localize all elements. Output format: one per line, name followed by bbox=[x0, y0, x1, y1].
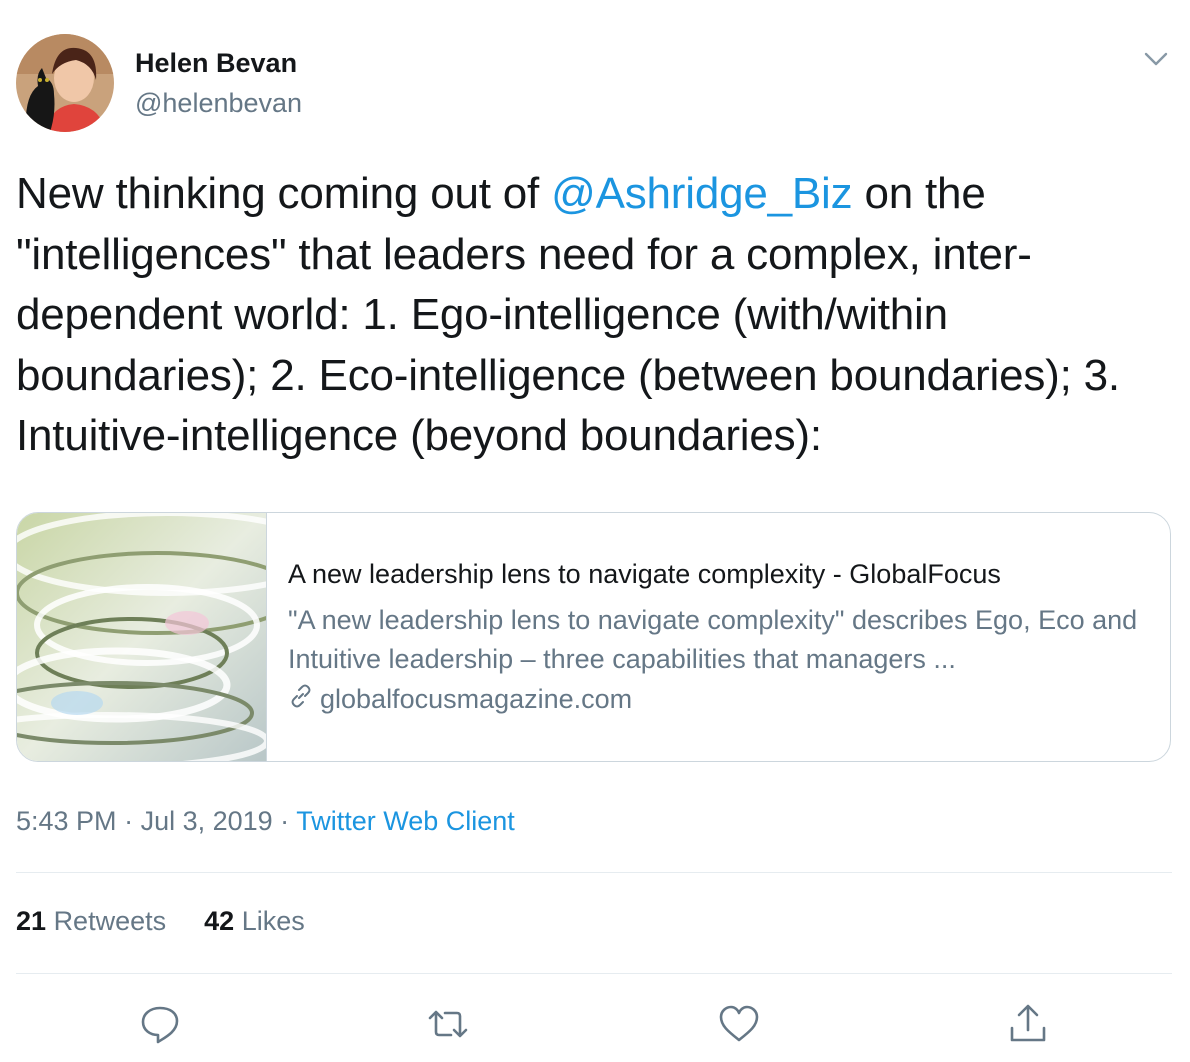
tweet-time[interactable]: 5:43 PM bbox=[16, 806, 117, 836]
meta-separator: · bbox=[272, 806, 297, 836]
tweet-date[interactable]: Jul 3, 2019 bbox=[141, 806, 273, 836]
likes-stat[interactable]: 42 Likes bbox=[204, 906, 305, 936]
retweets-count: 21 bbox=[16, 906, 47, 936]
divider bbox=[16, 973, 1172, 974]
card-description: "A new leadership lens to navigate compl… bbox=[288, 605, 1138, 674]
card-domain: globalfocusmagazine.com bbox=[288, 683, 632, 716]
link-card[interactable]: A new leadership lens to navigate comple… bbox=[16, 512, 1171, 762]
tweet-text-before: New thinking coming out of bbox=[16, 169, 552, 218]
mention-link[interactable]: @Ashridge_Biz bbox=[551, 169, 853, 218]
tweet-text: New thinking coming out of @Ashridge_Biz… bbox=[16, 164, 1176, 467]
retweet-icon[interactable] bbox=[426, 1002, 470, 1046]
tweet-source[interactable]: Twitter Web Client bbox=[296, 806, 515, 836]
tweet-stats: 21 Retweets 42 Likes bbox=[16, 906, 305, 937]
likes-label: Likes bbox=[241, 906, 305, 936]
card-thumbnail[interactable] bbox=[17, 513, 330, 761]
author-name[interactable]: Helen Bevan bbox=[135, 48, 297, 79]
tweet-meta: 5:43 PM · Jul 3, 2019 · Twitter Web Clie… bbox=[16, 806, 515, 837]
retweets-label: Retweets bbox=[53, 906, 167, 936]
link-icon bbox=[288, 683, 320, 716]
chevron-down-icon[interactable] bbox=[1141, 46, 1171, 72]
meta-separator: · bbox=[116, 806, 141, 836]
like-icon[interactable] bbox=[717, 1002, 761, 1046]
likes-count: 42 bbox=[204, 906, 235, 936]
retweets-stat[interactable]: 21 Retweets bbox=[16, 906, 166, 936]
share-icon[interactable] bbox=[1006, 1002, 1050, 1046]
avatar[interactable] bbox=[16, 34, 114, 132]
card-title: A new leadership lens to navigate comple… bbox=[288, 559, 1001, 589]
divider bbox=[16, 872, 1172, 873]
author-handle[interactable]: @helenbevan bbox=[135, 88, 302, 119]
reply-icon[interactable] bbox=[138, 1002, 182, 1046]
card-domain-text: globalfocusmagazine.com bbox=[320, 684, 633, 714]
